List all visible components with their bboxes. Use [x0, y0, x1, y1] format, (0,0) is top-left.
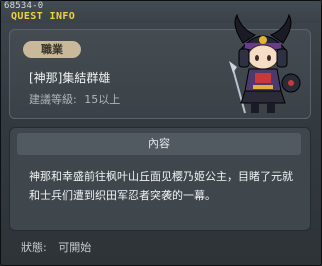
window-title: QUEST INFO	[11, 11, 76, 22]
quest-id: 68534-0	[4, 1, 44, 11]
level-value: 15以上	[84, 93, 121, 106]
recommended-level-row: 建議等級: 15以上	[29, 91, 120, 107]
quest-name: [神那]集結群雄	[29, 71, 111, 85]
status-row: 狀態: 可開始	[21, 239, 91, 255]
job-badge: 職業	[23, 41, 81, 58]
status-value: 可開始	[58, 241, 92, 254]
quest-info-window: 68534-0 QUEST INFO 職業 [神那]集結群雄 建議等級: 15以…	[0, 0, 322, 266]
description-text: 神那和幸盛前往枫叶山丘面见樱乃姬公主，目睹了元就和士兵们遭到织田军忍者突袭的一幕…	[29, 170, 293, 202]
level-label: 建議等級:	[29, 93, 77, 106]
status-label: 狀態:	[21, 241, 47, 254]
npc-portrait	[229, 13, 301, 114]
description-header: 內容	[17, 133, 301, 155]
